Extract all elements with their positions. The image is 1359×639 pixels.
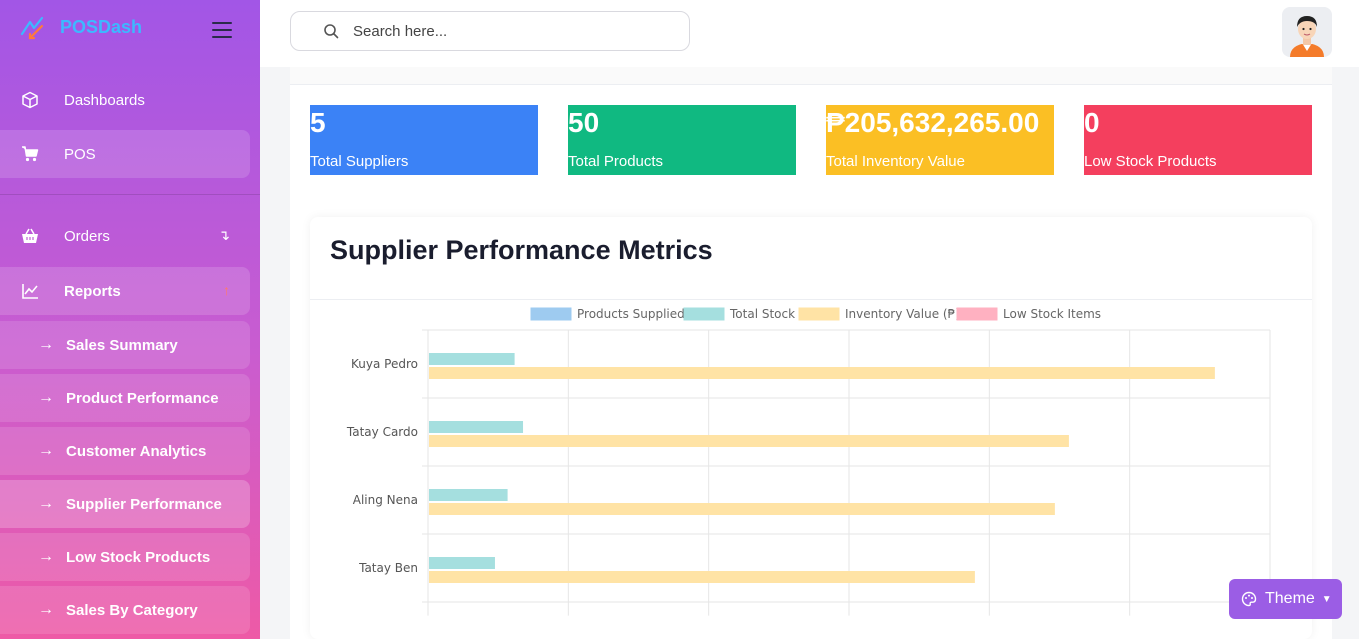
legend-swatch bbox=[683, 307, 725, 321]
arrow-right-icon: → bbox=[38, 601, 54, 618]
bar bbox=[429, 353, 515, 365]
sidebar: POSDash Dashboards POS Orders ↴ Reports … bbox=[0, 0, 260, 639]
sidebar-divider bbox=[0, 194, 260, 195]
chevron-up-icon: ↑ bbox=[223, 282, 230, 298]
brand[interactable]: POSDash bbox=[20, 14, 142, 40]
basket-icon bbox=[20, 226, 40, 246]
search-icon bbox=[324, 24, 339, 39]
stat-label: Total Products bbox=[568, 153, 664, 170]
stat-label: Total Suppliers bbox=[310, 153, 409, 170]
category-label: Kuya Pedro bbox=[351, 357, 418, 371]
bar bbox=[429, 503, 1055, 515]
arrow-right-icon: → bbox=[38, 495, 54, 512]
stat-value: 5 bbox=[310, 107, 326, 138]
stat-value: ₱205,632,265.00 bbox=[826, 107, 1040, 138]
avatar[interactable] bbox=[1282, 7, 1332, 57]
stat-card-low-stock-products: 0 Low Stock Products bbox=[1084, 105, 1312, 175]
bar bbox=[429, 489, 508, 501]
stat-card-total-inventory-value: ₱205,632,265.00 Total Inventory Value bbox=[826, 105, 1054, 175]
sidebar-subitem-label: Low Stock Products bbox=[66, 548, 211, 566]
legend-swatch bbox=[530, 307, 572, 321]
sidebar-item-label: Orders bbox=[64, 227, 110, 245]
search-box[interactable] bbox=[290, 11, 690, 51]
line-chart-icon bbox=[20, 281, 40, 301]
arrow-right-icon: → bbox=[38, 548, 54, 565]
supplier-performance-chart: Products Supplied Total Stock Inventory Va… bbox=[346, 307, 1271, 616]
sidebar-subitem-supplier-performance[interactable]: → Supplier Performance bbox=[0, 480, 250, 528]
stat-card-total-suppliers: 5 Total Suppliers bbox=[310, 105, 538, 175]
bar bbox=[429, 435, 1069, 447]
category-label: Tatay Ben bbox=[358, 561, 418, 575]
sidebar-item-orders[interactable]: Orders ↴ bbox=[0, 212, 250, 260]
stat-value: 0 bbox=[1084, 107, 1100, 138]
menu-toggle-icon[interactable] bbox=[212, 22, 232, 38]
sidebar-subitem-customer-analytics[interactable]: → Customer Analytics bbox=[0, 427, 250, 475]
legend-label: Total Stock bbox=[729, 307, 795, 321]
card-title: Supplier Performance Metrics bbox=[330, 235, 713, 265]
brand-logo-icon bbox=[20, 16, 44, 40]
arrow-right-icon: → bbox=[38, 389, 54, 406]
sidebar-subitem-label: Sales By Category bbox=[66, 601, 198, 619]
sidebar-subitem-label: Product Performance bbox=[66, 389, 219, 407]
top-header bbox=[260, 0, 1359, 67]
brand-name: POSDash bbox=[60, 16, 143, 37]
bar bbox=[429, 421, 524, 433]
arrow-right-icon: → bbox=[38, 336, 54, 353]
supplier-metrics-card: Supplier Performance Metrics Products Su… bbox=[310, 217, 1312, 639]
legend-label: Products Supplied bbox=[577, 307, 685, 321]
sidebar-item-label: POS bbox=[64, 145, 96, 163]
card-divider bbox=[310, 299, 1312, 300]
legend-label: Low Stock Items bbox=[1003, 307, 1101, 321]
stat-label: Low Stock Products bbox=[1084, 153, 1217, 170]
legend-label: Inventory Value (₱) bbox=[845, 307, 960, 321]
legend-swatch bbox=[798, 307, 840, 321]
sidebar-subitem-low-stock-products[interactable]: → Low Stock Products bbox=[0, 533, 250, 581]
user-avatar-icon bbox=[1290, 16, 1324, 57]
sidebar-item-pos[interactable]: POS bbox=[0, 130, 250, 178]
panel-top-strip bbox=[290, 67, 1332, 85]
bar bbox=[429, 367, 1215, 379]
sidebar-item-reports[interactable]: Reports ↑ bbox=[0, 267, 250, 315]
sidebar-item-label: Reports bbox=[64, 282, 121, 300]
sidebar-subitem-product-performance[interactable]: → Product Performance bbox=[0, 374, 250, 422]
stat-value: 50 bbox=[568, 107, 600, 138]
sidebar-item-label: Dashboards bbox=[64, 91, 145, 109]
theme-button-label: Theme bbox=[1265, 590, 1315, 607]
search-input[interactable] bbox=[353, 22, 653, 40]
sidebar-subitem-sales-by-category[interactable]: → Sales By Category bbox=[0, 586, 250, 634]
main-panel: 5 Total Suppliers 50 Total Products ₱205… bbox=[290, 67, 1332, 639]
sidebar-subitem-label: Customer Analytics bbox=[66, 442, 207, 460]
cart-icon bbox=[20, 144, 40, 164]
bar bbox=[429, 571, 975, 583]
sidebar-subitem-label: Sales Summary bbox=[66, 336, 178, 354]
palette-icon bbox=[1241, 591, 1257, 607]
chevron-down-icon: ↴ bbox=[218, 227, 230, 243]
bar bbox=[429, 557, 495, 569]
cube-icon bbox=[20, 90, 40, 110]
sidebar-item-dashboards[interactable]: Dashboards bbox=[0, 76, 250, 124]
stat-label: Total Inventory Value bbox=[826, 153, 965, 170]
arrow-right-icon: → bbox=[38, 442, 54, 459]
sidebar-subitem-label: Supplier Performance bbox=[66, 495, 222, 513]
category-label: Aling Nena bbox=[353, 493, 418, 507]
sidebar-subitem-sales-summary[interactable]: → Sales Summary bbox=[0, 321, 250, 369]
theme-button[interactable]: Theme ▼ bbox=[1229, 579, 1342, 619]
caret-down-icon: ▼ bbox=[1321, 593, 1332, 605]
legend-swatch bbox=[956, 307, 998, 321]
stat-card-total-products: 50 Total Products bbox=[568, 105, 796, 175]
category-label: Tatay Cardo bbox=[346, 425, 418, 439]
